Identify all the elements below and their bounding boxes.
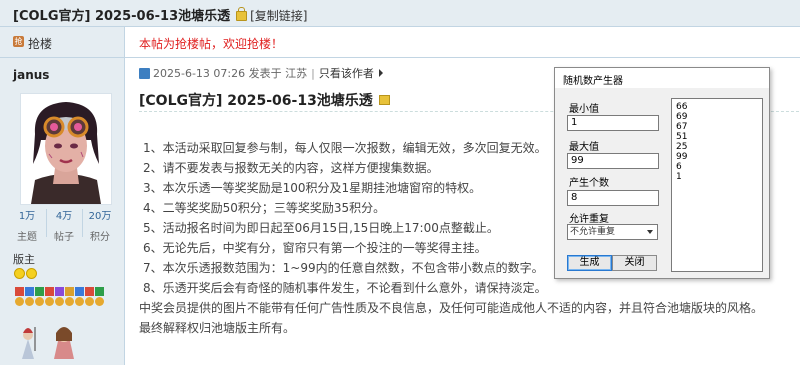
author-name[interactable]: janus [13, 68, 49, 82]
repeat-select-value: 不允许重复 [570, 227, 616, 237]
stat-points[interactable]: 20万 积分 [83, 207, 117, 243]
stat-points-value: 20万 [88, 211, 112, 222]
grab-icon: 抢 [13, 36, 24, 47]
repeat-label: 允许重复 [569, 214, 609, 225]
post-meta: 2025-6-13 07:26 发表于 江苏 | 只看该作者 [139, 65, 383, 81]
only-author-link[interactable]: 只看该作者 [319, 67, 374, 80]
max-label: 最大值 [569, 142, 599, 153]
post-icon [139, 68, 150, 79]
medal-icon[interactable] [35, 287, 44, 306]
min-input[interactable]: 1 [567, 115, 659, 131]
thread-header: [COLG官方] 2025-06-13池塘乐透 [复制链接] [0, 0, 800, 27]
result-item: 51 [676, 132, 688, 142]
medal-icon[interactable] [95, 287, 104, 306]
post-title-row: [COLG官方] 2025-06-13池塘乐透 [139, 90, 390, 110]
result-item: 6 [676, 162, 682, 172]
post-title: [COLG官方] 2025-06-13池塘乐透 [139, 93, 373, 109]
medal-icon[interactable] [55, 287, 64, 306]
medals [15, 287, 105, 311]
post-location: 发表于 江苏 [248, 67, 308, 80]
medal-icon[interactable] [65, 287, 74, 306]
stat-posts-label: 帖子 [54, 232, 74, 243]
post-line: 最终解释权归池塘版主所有。 [139, 321, 296, 335]
copy-link[interactable]: [复制链接] [250, 9, 307, 23]
medal-icon[interactable] [75, 287, 84, 306]
avatar[interactable] [20, 93, 112, 205]
result-item: 1 [676, 172, 682, 182]
smile-icon [14, 268, 25, 279]
medal-icon[interactable] [15, 287, 24, 306]
max-input[interactable]: 99 [567, 153, 659, 169]
result-item: 67 [676, 122, 688, 132]
sprite-icon [22, 327, 74, 359]
post-date: 2025-6-13 07:26 [153, 67, 246, 80]
count-label: 产生个数 [569, 178, 609, 189]
medal-icon[interactable] [25, 287, 34, 306]
stat-threads-value: 1万 [18, 211, 36, 222]
badge-sprites [18, 321, 98, 361]
generate-button[interactable]: 生成 [567, 255, 612, 271]
smile-icon [26, 268, 37, 279]
medal-icon[interactable] [85, 287, 94, 306]
grab-floor-link[interactable]: 抢楼 [28, 35, 52, 52]
post-line: 8、乐透开奖后会有奇怪的随机事件发生，不论看到什么意外，请保持淡定。 [143, 281, 547, 295]
divider [125, 57, 800, 58]
avatar-image [21, 94, 111, 204]
chevron-down-icon [647, 230, 653, 234]
stat-posts-value: 4万 [55, 211, 73, 222]
min-label: 最小值 [569, 104, 599, 115]
random-number-dialog: 随机数产生器 最小值 1 最大值 99 产生个数 8 允许重复 不允许重复 生成… [554, 67, 770, 279]
result-item: 69 [676, 112, 688, 122]
result-item: 25 [676, 142, 688, 152]
meta-separator: | [311, 67, 315, 80]
author-sidebar: 抢 抢楼 janus 1万 主题 4万 帖子 20万 积分 版主 [0, 27, 125, 365]
results-list[interactable]: 66 69 67 51 25 99 6 1 [671, 98, 763, 272]
dialog-titlebar[interactable]: 随机数产生器 [555, 68, 769, 88]
stat-threads-label: 主题 [17, 232, 37, 243]
triangle-right-icon[interactable] [378, 69, 383, 77]
count-input[interactable]: 8 [567, 190, 659, 206]
stat-points-label: 积分 [90, 232, 110, 243]
author-role: 版主 [13, 253, 35, 266]
stat-threads[interactable]: 1万 主题 [10, 207, 44, 243]
thread-title-row: [COLG官方] 2025-06-13池塘乐透 [复制链接] [13, 5, 307, 24]
post-line: 中奖会员提供的图片不能带有任何广告性质及不良信息，及任何可能造成他人不适的内容，… [139, 301, 764, 315]
rank-stars [14, 268, 38, 282]
thread-title: [COLG官方] 2025-06-13池塘乐透 [13, 9, 231, 24]
stat-posts[interactable]: 4万 帖子 [47, 207, 81, 243]
grab-notice: 本帖为抢楼帖，欢迎抢楼！ [139, 37, 284, 51]
medal-icon[interactable] [45, 287, 54, 306]
close-button[interactable]: 关闭 [612, 255, 657, 271]
repeat-select[interactable]: 不允许重复 [567, 224, 658, 240]
lock-icon [236, 7, 248, 21]
lock-icon [378, 95, 390, 105]
result-item: 66 [676, 102, 688, 112]
dialog-title: 随机数产生器 [563, 76, 623, 87]
result-item: 99 [676, 152, 688, 162]
grab-floor-row: 抢 抢楼 [0, 27, 124, 58]
